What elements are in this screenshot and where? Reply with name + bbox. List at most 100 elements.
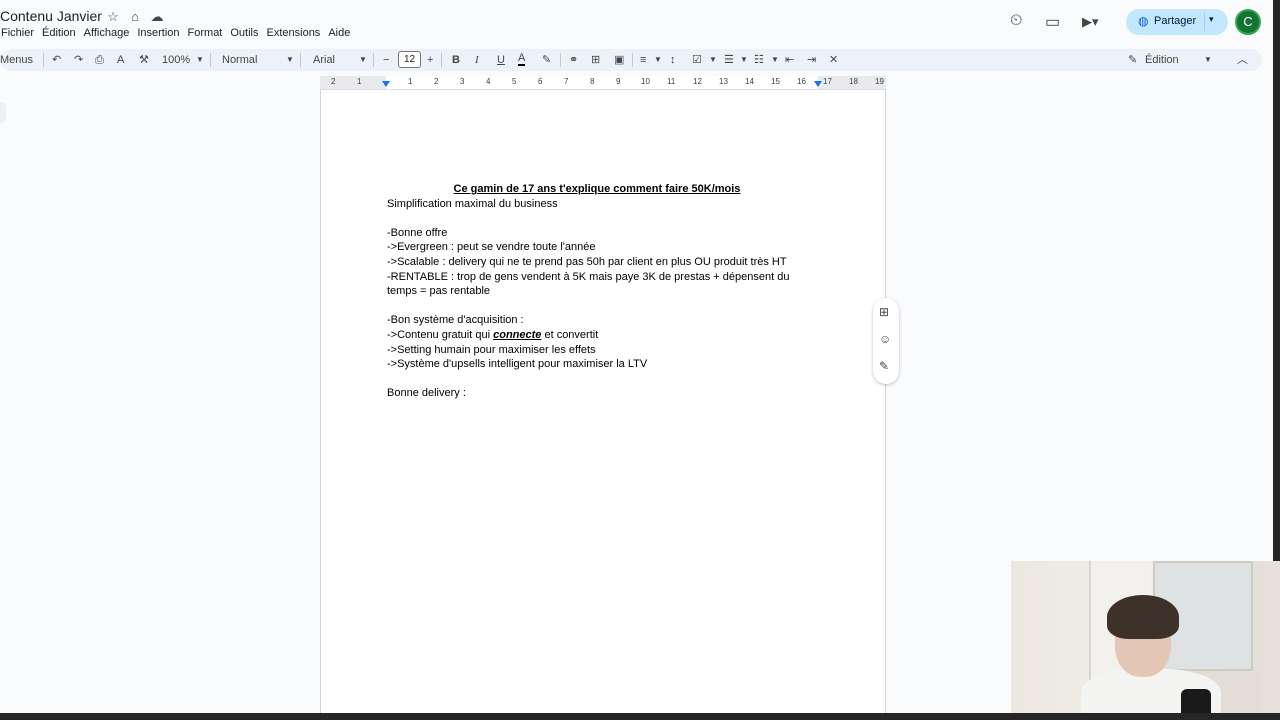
chevron-down-icon[interactable]: ▼	[771, 52, 779, 68]
text-run-emphasis: connecte	[493, 328, 542, 341]
highlight-icon[interactable]: ✎	[542, 52, 551, 68]
text-color-icon[interactable]: A	[518, 52, 526, 66]
font-size-input[interactable]: 12	[398, 51, 421, 68]
spellcheck-icon[interactable]: A	[117, 52, 124, 68]
star-icon[interactable]: ☆	[106, 9, 120, 25]
undo-icon[interactable]: ↶	[52, 52, 61, 68]
ruler-number: 14	[745, 77, 754, 86]
ruler-number: 2	[331, 77, 336, 86]
ruler-number: 13	[719, 77, 728, 86]
ruler-number: 7	[564, 77, 569, 86]
insert-image-icon[interactable]: ▣	[614, 52, 624, 68]
chevron-down-icon[interactable]: ▼	[286, 52, 294, 68]
ruler-number: 3	[460, 77, 465, 86]
document-body[interactable]: Ce gamin de 17 ans t'explique comment fa…	[387, 182, 807, 401]
menu-outils[interactable]: Outils	[230, 26, 264, 40]
move-to-folder-icon[interactable]: ⌂	[128, 9, 142, 25]
ruler-number: 16	[797, 77, 806, 86]
share-dropdown-icon[interactable]: ▾	[1209, 14, 1214, 25]
decrease-indent-icon[interactable]: ⇤	[785, 52, 794, 68]
editing-mode-label: Édition	[1145, 54, 1179, 66]
toolbar: Menus ↶ ↷ ⎙ A ⚒ 100% ▼ Normal ▼ Arial ▼ …	[0, 49, 1262, 71]
webcam-overlay	[1011, 561, 1280, 720]
align-icon[interactable]: ≡	[640, 52, 646, 68]
menu-edition[interactable]: Édition	[42, 26, 82, 40]
menu-extensions[interactable]: Extensions	[267, 26, 327, 40]
numbered-list-icon[interactable]: ☷	[754, 52, 764, 68]
paragraph: -RENTABLE : trop de gens vendent à 5K ma…	[387, 270, 790, 298]
side-actions-panel: ⊞ ☺ ✎	[873, 298, 899, 384]
avatar[interactable]: C	[1235, 9, 1261, 35]
comments-icon[interactable]: ▭	[1045, 12, 1060, 32]
paragraph: ->Système d'upsells intelligent pour max…	[387, 358, 648, 371]
ruler-number: 2	[434, 77, 439, 86]
increase-font-icon[interactable]: +	[427, 52, 433, 68]
menu-insertion[interactable]: Insertion	[137, 26, 185, 40]
meet-icon[interactable]: ▶▾	[1082, 14, 1099, 30]
paragraph: ->Setting humain pour maximiser les effe…	[387, 343, 596, 356]
paint-format-icon[interactable]: ⚒	[139, 52, 149, 68]
text-run: et convertit	[541, 328, 599, 341]
bulleted-list-icon[interactable]: ☰	[724, 52, 734, 68]
left-indent-marker[interactable]	[382, 81, 390, 87]
menu-fichier[interactable]: Fichier	[0, 26, 40, 40]
paragraph: ->Evergreen : peut se vendre toute l'ann…	[387, 241, 596, 254]
cloud-status-icon[interactable]: ☁	[150, 9, 164, 25]
ruler-number: 17	[823, 77, 832, 86]
chevron-down-icon[interactable]: ▼	[196, 52, 204, 68]
right-indent-marker[interactable]	[814, 81, 822, 87]
menu-affichage[interactable]: Affichage	[84, 26, 136, 40]
document-title[interactable]: Contenu Janvier	[0, 8, 102, 24]
share-label: Partager	[1154, 15, 1197, 27]
paragraph: ->Scalable : delivery qui ne te prend pa…	[387, 255, 787, 268]
ruler-number: 11	[667, 77, 676, 86]
ruler-number: 15	[771, 77, 780, 86]
outline-toggle[interactable]	[0, 102, 6, 124]
ruler-number: 10	[641, 77, 650, 86]
title-icons: ☆ ⌂ ☁	[106, 9, 164, 25]
add-comment-icon[interactable]: ⊞	[879, 305, 889, 319]
chevron-down-icon[interactable]: ▼	[740, 52, 748, 68]
zoom-select[interactable]: 100%	[162, 52, 190, 68]
document-page[interactable]: Ce gamin de 17 ans t'explique comment fa…	[320, 90, 886, 714]
menu-aide[interactable]: Aide	[328, 26, 356, 40]
paragraph: ->Contenu gratuit qui connecte et conver…	[387, 328, 807, 343]
ruler-number: 1	[357, 77, 362, 86]
clear-formatting-icon[interactable]: ✕	[829, 52, 838, 68]
globe-icon: ◍	[1138, 14, 1149, 28]
menu-bar: Fichier Édition Affichage Insertion Form…	[0, 26, 358, 40]
chevron-down-icon[interactable]: ▼	[709, 52, 717, 68]
text-run: ->Contenu gratuit qui	[387, 328, 494, 341]
ruler-number: 18	[849, 77, 858, 86]
decrease-font-icon[interactable]: −	[383, 52, 389, 68]
link-icon[interactable]: ⚭	[569, 52, 578, 68]
menus-button[interactable]: Menus	[0, 52, 33, 68]
ruler-number: 19	[875, 77, 884, 86]
emoji-reaction-icon[interactable]: ☺	[879, 332, 891, 346]
share-button[interactable]: ◍ Partager ▾	[1126, 9, 1228, 35]
chevron-down-icon[interactable]: ▼	[359, 52, 367, 68]
add-comment-icon[interactable]: ⊞	[591, 52, 600, 68]
paragraph: -Bon système d'acquisition :	[387, 314, 524, 327]
editing-mode-select[interactable]: ✎ Édition ▼	[1122, 51, 1222, 69]
menu-format[interactable]: Format	[188, 26, 229, 40]
print-icon[interactable]: ⎙	[95, 52, 104, 68]
history-icon[interactable]: ⏲	[1010, 12, 1022, 30]
ruler-number: 12	[693, 77, 702, 86]
chevron-down-icon[interactable]: ▼	[654, 52, 662, 68]
style-select[interactable]: Normal	[222, 52, 257, 68]
ruler-number: 4	[486, 77, 491, 86]
underline-icon[interactable]: U	[497, 52, 505, 68]
suggest-edits-icon[interactable]: ✎	[879, 359, 889, 373]
collapse-toolbar-icon[interactable]: ︿	[1237, 52, 1248, 68]
checklist-icon[interactable]: ☑	[692, 52, 702, 68]
paragraph: Bonne delivery :	[387, 387, 466, 400]
italic-icon[interactable]: I	[475, 52, 479, 68]
bold-icon[interactable]: B	[452, 52, 460, 68]
redo-icon[interactable]: ↷	[74, 52, 83, 68]
ruler-number: 8	[590, 77, 595, 86]
font-select[interactable]: Arial	[313, 52, 335, 68]
ruler-number: 5	[512, 77, 517, 86]
increase-indent-icon[interactable]: ⇥	[807, 52, 816, 68]
line-spacing-icon[interactable]: ↕	[670, 52, 676, 68]
